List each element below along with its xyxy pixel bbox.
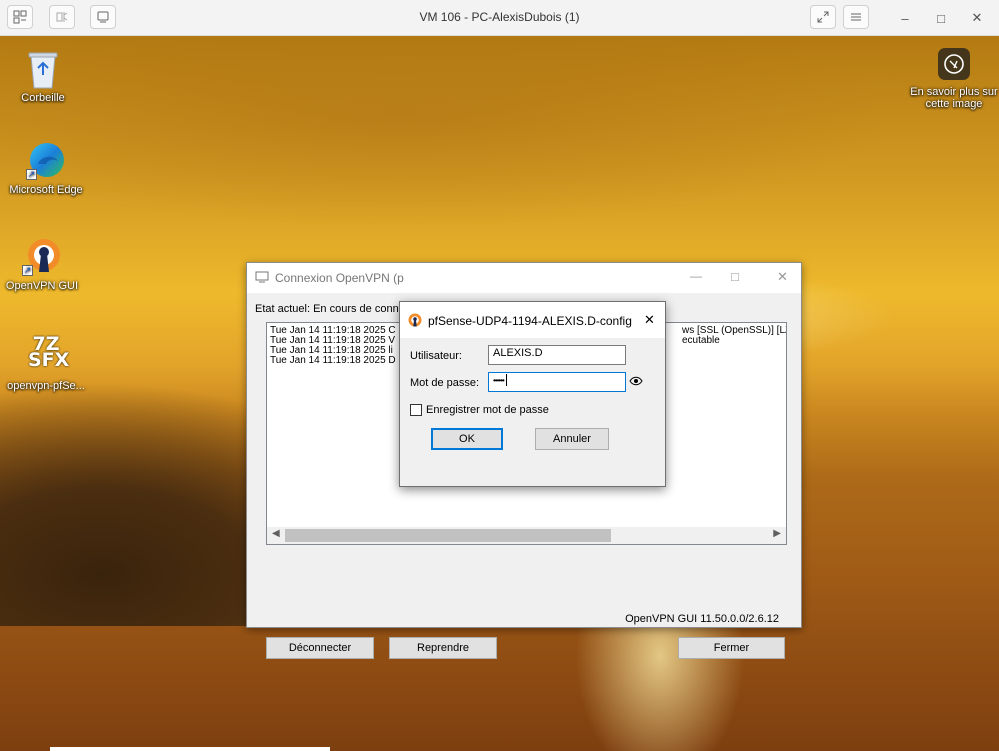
openvpn-icon: ↗ [22,236,62,276]
recycle-bin-icon [23,48,63,89]
openvpn-icon [408,313,422,330]
scrollbar-thumb[interactable] [285,529,611,542]
credentials-dialog: pfSense-UDP4-1194-ALEXIS.D-config ✕ Util… [399,301,666,487]
connection-status: Etat actuel: En cours de conn [255,303,399,315]
openvpn-close-button[interactable]: ✕ [777,269,788,285]
7z-sfx-icon: 7Z SFX [26,333,70,376]
log-line: Tue Jan 14 11:19:18 2025 D [270,355,396,366]
version-label: OpenVPN GUI 11.50.0.0/2.6.12 [625,613,779,625]
cancel-button[interactable]: Annuler [535,428,609,450]
ok-button[interactable]: OK [431,428,503,450]
host-title-bar: VM 106 - PC-AlexisDubois (1) – □ ✕ [0,0,999,36]
password-label: Mot de passe: [410,377,480,389]
taskbar-strip [50,747,330,751]
save-password-label: Enregistrer mot de passe [426,404,549,416]
credentials-dialog-title: pfSense-UDP4-1194-ALEXIS.D-config [428,314,632,328]
desktop-icon-label: openvpn-pfSe... [7,380,85,392]
username-label: Utilisateur: [410,350,462,362]
openvpn-minimize-button[interactable]: — [690,269,702,283]
shortcut-arrow-icon: ↗ [22,265,33,276]
scroll-left-icon[interactable]: ◀ [272,528,280,539]
edge-icon: ↗ [26,140,66,180]
scroll-right-icon[interactable]: ▶ [773,528,781,539]
desktop-icon-edge[interactable]: ↗ Microsoft Edge [2,140,90,196]
menu-icon[interactable] [843,5,869,29]
host-maximize-button[interactable]: □ [929,8,953,28]
credentials-dialog-titlebar[interactable]: pfSense-UDP4-1194-ALEXIS.D-config ✕ [400,302,665,338]
openvpn-window-title: Connexion OpenVPN (p [275,271,404,285]
fullscreen-icon[interactable] [810,5,836,29]
disconnect-button[interactable]: Déconnecter [266,637,374,659]
learn-more-label: En savoir plus sur cette image [910,86,998,110]
save-password-checkbox[interactable] [410,404,422,416]
openvpn-window-titlebar[interactable]: Connexion OpenVPN (p — □ ✕ [247,263,801,293]
host-close-button[interactable]: ✕ [965,8,989,28]
horizontal-scrollbar[interactable]: ◀ ▶ [267,527,786,544]
desktop-icon-label: Corbeille [21,92,65,104]
password-field[interactable]: •••••• [488,372,626,392]
close-button[interactable]: Fermer [678,637,785,659]
log-line-tail: ecutable [682,335,720,346]
camera-icon [938,48,970,80]
learn-more-about-image[interactable]: En savoir plus sur cette image [909,48,999,110]
username-field[interactable]: ALEXIS.D [488,345,626,365]
desktop-icon-label: OpenVPN GUI [5,280,79,292]
dialog-close-button[interactable]: ✕ [644,312,655,328]
openvpn-maximize-button[interactable]: □ [731,269,739,284]
password-value: •••••• [493,376,505,385]
desktop-icon-openvpn-installer[interactable]: 7Z SFX openvpn-pfSe... [2,333,90,393]
shortcut-arrow-icon: ↗ [26,169,37,180]
computer-icon [255,271,269,287]
host-minimize-button[interactable]: – [893,8,917,28]
resume-button[interactable]: Reprendre [389,637,497,659]
desktop-icon-recycle-bin[interactable]: Corbeille [0,48,87,104]
desktop-icon-openvpn-gui[interactable]: ↗ OpenVPN GUI [0,236,86,292]
desktop-icon-label: Microsoft Edge [9,184,83,196]
show-password-eye-icon[interactable] [629,375,643,390]
7z-sfx-badge: 7Z SFX [28,333,70,371]
